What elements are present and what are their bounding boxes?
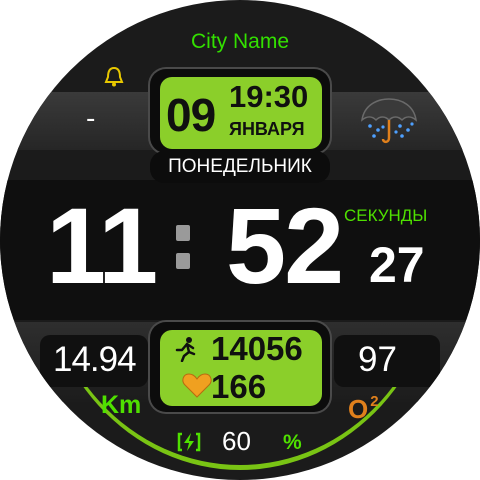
clock-hours: 11 — [46, 185, 158, 306]
umbrella-rain-icon[interactable] — [356, 94, 422, 150]
clock-colon — [176, 225, 190, 269]
clock-seconds: 27 — [369, 237, 425, 293]
alarm-value[interactable]: - — [86, 106, 95, 132]
battery-charging-icon[interactable] — [177, 430, 201, 458]
city-name[interactable]: City Name — [0, 31, 480, 52]
date-month: ЯНВАРЯ — [229, 119, 305, 139]
bell-icon[interactable] — [104, 66, 124, 92]
heart-rate-value: 166 — [211, 368, 267, 405]
battery-value: 60 — [222, 426, 251, 456]
oxygen-label-sup: 2 — [370, 393, 379, 410]
date-day: 09 — [166, 89, 216, 141]
battery-unit: % — [283, 431, 302, 454]
heart-icon — [182, 372, 212, 402]
weekday: ПОНЕДЕЛЬНИК — [168, 156, 312, 177]
seconds-label: СЕКУНДЫ — [344, 206, 428, 225]
date-time: 19:30 — [229, 79, 309, 114]
oxygen-value: 97 — [358, 340, 397, 379]
steps-value: 14056 — [211, 330, 303, 367]
watch-face: City Name - 09 19:30 ЯНВАРЯ ПОНЕДЕЛЬНИК … — [0, 0, 480, 480]
distance-unit: Km — [101, 391, 142, 419]
distance-value: 14.94 — [53, 340, 137, 379]
oxygen-label: O2 — [348, 393, 379, 424]
clock-minutes: 52 — [226, 185, 344, 306]
runner-icon — [174, 336, 198, 366]
oxygen-label-main: O — [348, 394, 369, 424]
